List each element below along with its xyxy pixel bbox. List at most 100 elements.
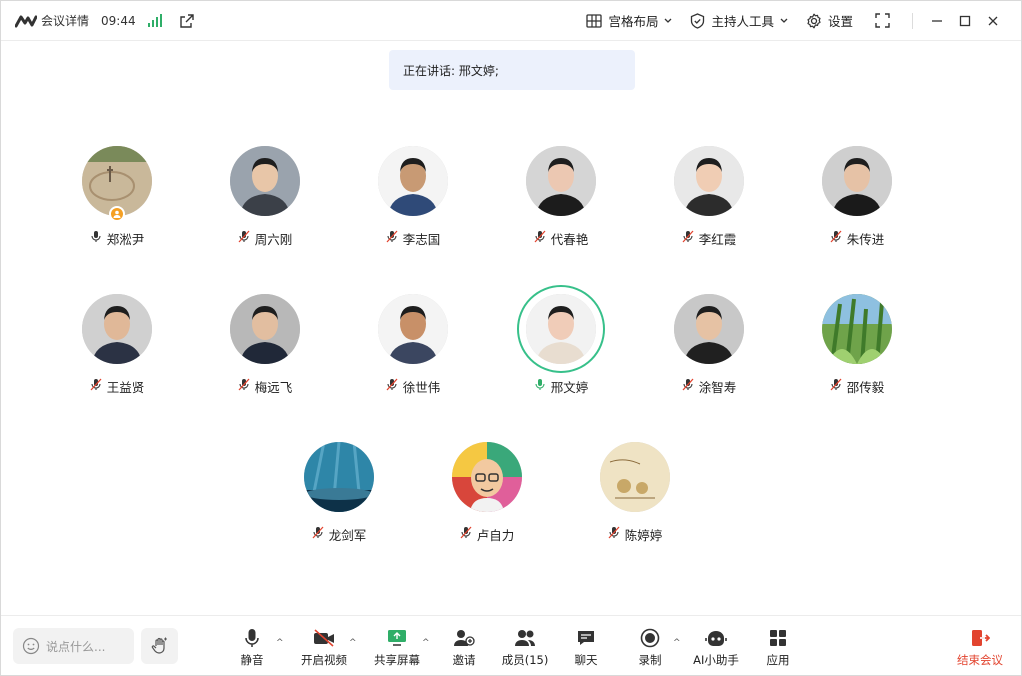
mic-muted-icon — [830, 230, 842, 246]
avatar[interactable] — [822, 294, 892, 364]
chat-placeholder: 说点什么... — [46, 639, 106, 654]
participant-name-row: 龙剑军 — [279, 525, 399, 543]
avatar[interactable] — [230, 294, 300, 364]
participant-tile[interactable]: 王益贤 — [57, 294, 177, 414]
participant-name: 梅远飞 — [254, 379, 293, 395]
participant-name: 陈婷婷 — [624, 527, 663, 543]
avatar[interactable] — [304, 442, 374, 512]
mic-muted-icon — [830, 378, 842, 394]
title-divider — [912, 12, 913, 29]
avatar[interactable] — [378, 294, 448, 364]
minimize-button[interactable] — [923, 7, 951, 35]
members-button[interactable]: 成员(15) — [502, 628, 548, 668]
participant-name: 涂智寿 — [698, 379, 737, 395]
participant-tile[interactable]: 郑淞尹 — [57, 146, 177, 266]
participant-tile[interactable]: 朱传进 — [797, 146, 917, 266]
chat-button[interactable]: 聊天 — [573, 628, 599, 668]
host-badge-icon — [109, 206, 125, 222]
participant-name-row: 邢文婷 — [501, 377, 621, 395]
avatar[interactable] — [526, 146, 596, 216]
participant-name: 王益贤 — [106, 379, 145, 395]
chevron-down-icon — [665, 18, 672, 23]
video-options-caret[interactable]: ^ — [349, 638, 357, 648]
participant-name: 徐世伟 — [402, 379, 441, 395]
avatar[interactable] — [452, 442, 522, 512]
participant-tile[interactable]: 代春艳 — [501, 146, 621, 266]
add-user-icon — [454, 630, 475, 646]
participant-tile[interactable]: 邵传毅 — [797, 294, 917, 414]
title-bar: 会议详情 09:44 宫格布局 主持人工具 设置 — [1, 1, 1021, 41]
settings-button[interactable]: 设置 — [806, 11, 853, 30]
participant-name: 郑淞尹 — [106, 231, 145, 247]
members-icon — [515, 630, 535, 646]
invite-button[interactable]: 邀请 — [451, 628, 477, 668]
shield-icon — [691, 12, 705, 29]
share-options-caret[interactable]: ^ — [422, 638, 430, 648]
speaking-banner: 正在讲话: 邢文婷; — [389, 50, 635, 90]
hand-icon — [151, 637, 167, 654]
mic-muted-icon — [238, 378, 250, 394]
avatar[interactable] — [674, 294, 744, 364]
mute-button[interactable]: 静音 — [237, 628, 267, 668]
participant-tile[interactable]: 周六刚 — [205, 146, 325, 266]
avatar[interactable] — [822, 146, 892, 216]
participant-tile[interactable]: 徐世伟 — [353, 294, 473, 414]
mic-muted-icon — [460, 526, 472, 542]
participant-name: 邵传毅 — [846, 379, 885, 395]
participant-name: 邢文婷 — [550, 379, 589, 395]
host-tools-button[interactable]: 主持人工具 — [690, 11, 788, 30]
participant-name: 代春艳 — [550, 231, 589, 247]
participant-name: 李红霞 — [698, 231, 737, 247]
popout-icon[interactable] — [178, 12, 196, 30]
apps-icon — [770, 630, 786, 646]
participant-name-row: 郑淞尹 — [57, 229, 177, 247]
fullscreen-icon — [875, 13, 890, 28]
participant-tile[interactable]: 陈婷婷 — [575, 442, 695, 562]
participant-tile[interactable]: 涂智寿 — [649, 294, 769, 414]
mic-muted-icon — [608, 526, 620, 542]
apps-button[interactable]: 应用 — [765, 628, 791, 668]
record-options-caret[interactable]: ^ — [673, 638, 681, 648]
participant-tile[interactable]: 梅远飞 — [205, 294, 325, 414]
end-meeting-button[interactable]: 结束会议 — [955, 628, 1005, 668]
record-button[interactable]: 录制 — [637, 628, 663, 668]
participant-tile[interactable]: 龙剑军 — [279, 442, 399, 562]
participant-tile[interactable]: 邢文婷 — [501, 285, 621, 414]
avatar[interactable] — [600, 442, 670, 512]
participant-tile[interactable]: 李志国 — [353, 146, 473, 266]
quick-chat-input[interactable]: 说点什么... — [13, 628, 134, 664]
meeting-time: 09:44 — [101, 13, 136, 28]
start-video-button[interactable]: 开启视频 — [301, 628, 347, 668]
participant-tile[interactable]: 卢自力 — [427, 442, 547, 562]
share-screen-button[interactable]: 共享屏幕 — [374, 628, 420, 668]
emoji-icon — [22, 637, 40, 655]
ai-assistant-button[interactable]: AI小助手 — [693, 628, 739, 668]
mic-muted-icon — [312, 526, 324, 542]
mic-muted-icon — [682, 230, 694, 246]
participant-name: 卢自力 — [476, 527, 515, 543]
avatar[interactable] — [230, 146, 300, 216]
avatar[interactable] — [82, 294, 152, 364]
avatar[interactable] — [378, 146, 448, 216]
participant-name-row: 王益贤 — [57, 377, 177, 395]
mic-muted-icon — [90, 378, 102, 394]
participant-name-row: 陈婷婷 — [575, 525, 695, 543]
participant-name: 朱传进 — [846, 231, 885, 247]
grid-layout-button[interactable]: 宫格布局 — [586, 11, 672, 30]
meeting-details-link[interactable]: 会议详情 — [41, 12, 89, 29]
mic-active-icon — [534, 378, 546, 394]
close-button[interactable] — [979, 7, 1007, 35]
participant-tile[interactable]: 李红霞 — [649, 146, 769, 266]
mic-icon — [90, 230, 102, 246]
minimize-icon — [932, 19, 942, 22]
avatar[interactable] — [674, 146, 744, 216]
app-logo-icon — [14, 14, 38, 28]
chat-icon — [578, 631, 594, 645]
fullscreen-button[interactable] — [875, 13, 890, 28]
speaking-indicator-ring — [517, 285, 605, 373]
ai-robot-icon — [705, 631, 727, 646]
chevron-down-icon — [780, 18, 788, 23]
mute-options-caret[interactable]: ^ — [276, 638, 284, 648]
maximize-button[interactable] — [951, 7, 979, 35]
raise-hand-button[interactable] — [141, 628, 178, 664]
